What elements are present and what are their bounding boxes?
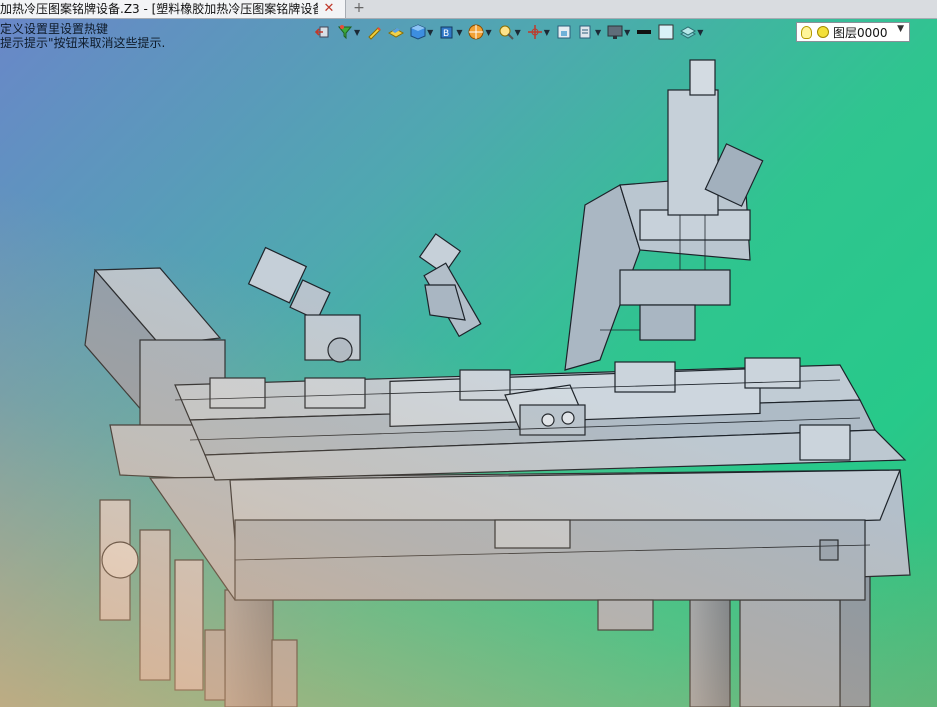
document-tab-bar: 加热冷压图案铭牌设备.Z3 - [塑料橡胶加热冷压图案铭牌设备] ✕ + [0,0,937,19]
face-select-icon [388,24,405,40]
display-monitor-button[interactable]: ▼ [607,22,630,42]
new-tab-icon[interactable]: + [352,0,366,17]
fill-color-button[interactable] [658,22,674,42]
section-icon [578,24,594,40]
machine-3d-model[interactable] [0,0,937,707]
zoom-window-button[interactable]: ▼ [498,22,521,42]
render-style-icon [468,24,484,40]
filter-icon [337,24,353,40]
view-toolbar: ▼ ▼ B ▼ ▼ ▼ ▼ ▼ ▼ ▼ [314,22,709,42]
document-tab[interactable]: 加热冷压图案铭牌设备.Z3 - [塑料橡胶加热冷压图案铭牌设备] ✕ [0,0,346,18]
plane-button[interactable]: ▼ [680,22,703,42]
3d-viewport[interactable]: 加热冷压图案铭牌设备.Z3 - [塑料橡胶加热冷压图案铭牌设备] ✕ + 定义设… [0,0,937,707]
axis-origin-button[interactable]: ▼ [527,22,550,42]
hint-overlay: 定义设置里设置热键 提示提示"按钮来取消这些提示. [0,22,165,50]
layer-select[interactable]: 图层0000 ▼ [796,22,910,42]
exit-view-icon [314,24,331,40]
line-color-icon [636,24,652,40]
view-cube-button[interactable]: B ▼ [439,22,462,42]
frame-button[interactable] [556,22,572,42]
layer-color-icon [817,26,829,38]
frame-icon [556,24,572,40]
pencil-button[interactable] [366,22,382,42]
exit-view-button[interactable] [314,22,331,42]
document-tab-title: 加热冷压图案铭牌设备.Z3 - [塑料橡胶加热冷压图案铭牌设备] [0,2,318,16]
filter-button[interactable]: ▼ [337,22,360,42]
display-monitor-icon [607,24,623,40]
hint-line-2: 提示提示"按钮来取消这些提示. [0,36,166,50]
close-icon[interactable]: ✕ [321,0,337,18]
lightbulb-icon [801,25,812,39]
face-select-button[interactable] [388,22,405,42]
layer-select-value: 图层0000 [833,25,888,40]
hint-line-1: 定义设置里设置热键 [0,22,109,36]
line-color-button[interactable] [636,22,652,42]
pencil-icon [366,24,382,40]
svg-text:B: B [443,29,449,39]
solid-cube-icon [410,24,426,40]
chevron-down-icon: ▼ [897,24,904,34]
fill-color-icon [658,24,674,40]
plane-icon [680,24,697,40]
render-style-button[interactable]: ▼ [468,22,492,42]
solid-cube-button[interactable]: ▼ [410,22,433,42]
axis-origin-icon [527,24,543,40]
view-cube-icon: B [439,24,455,40]
section-button[interactable]: ▼ [578,22,601,42]
zoom-window-icon [498,24,514,40]
